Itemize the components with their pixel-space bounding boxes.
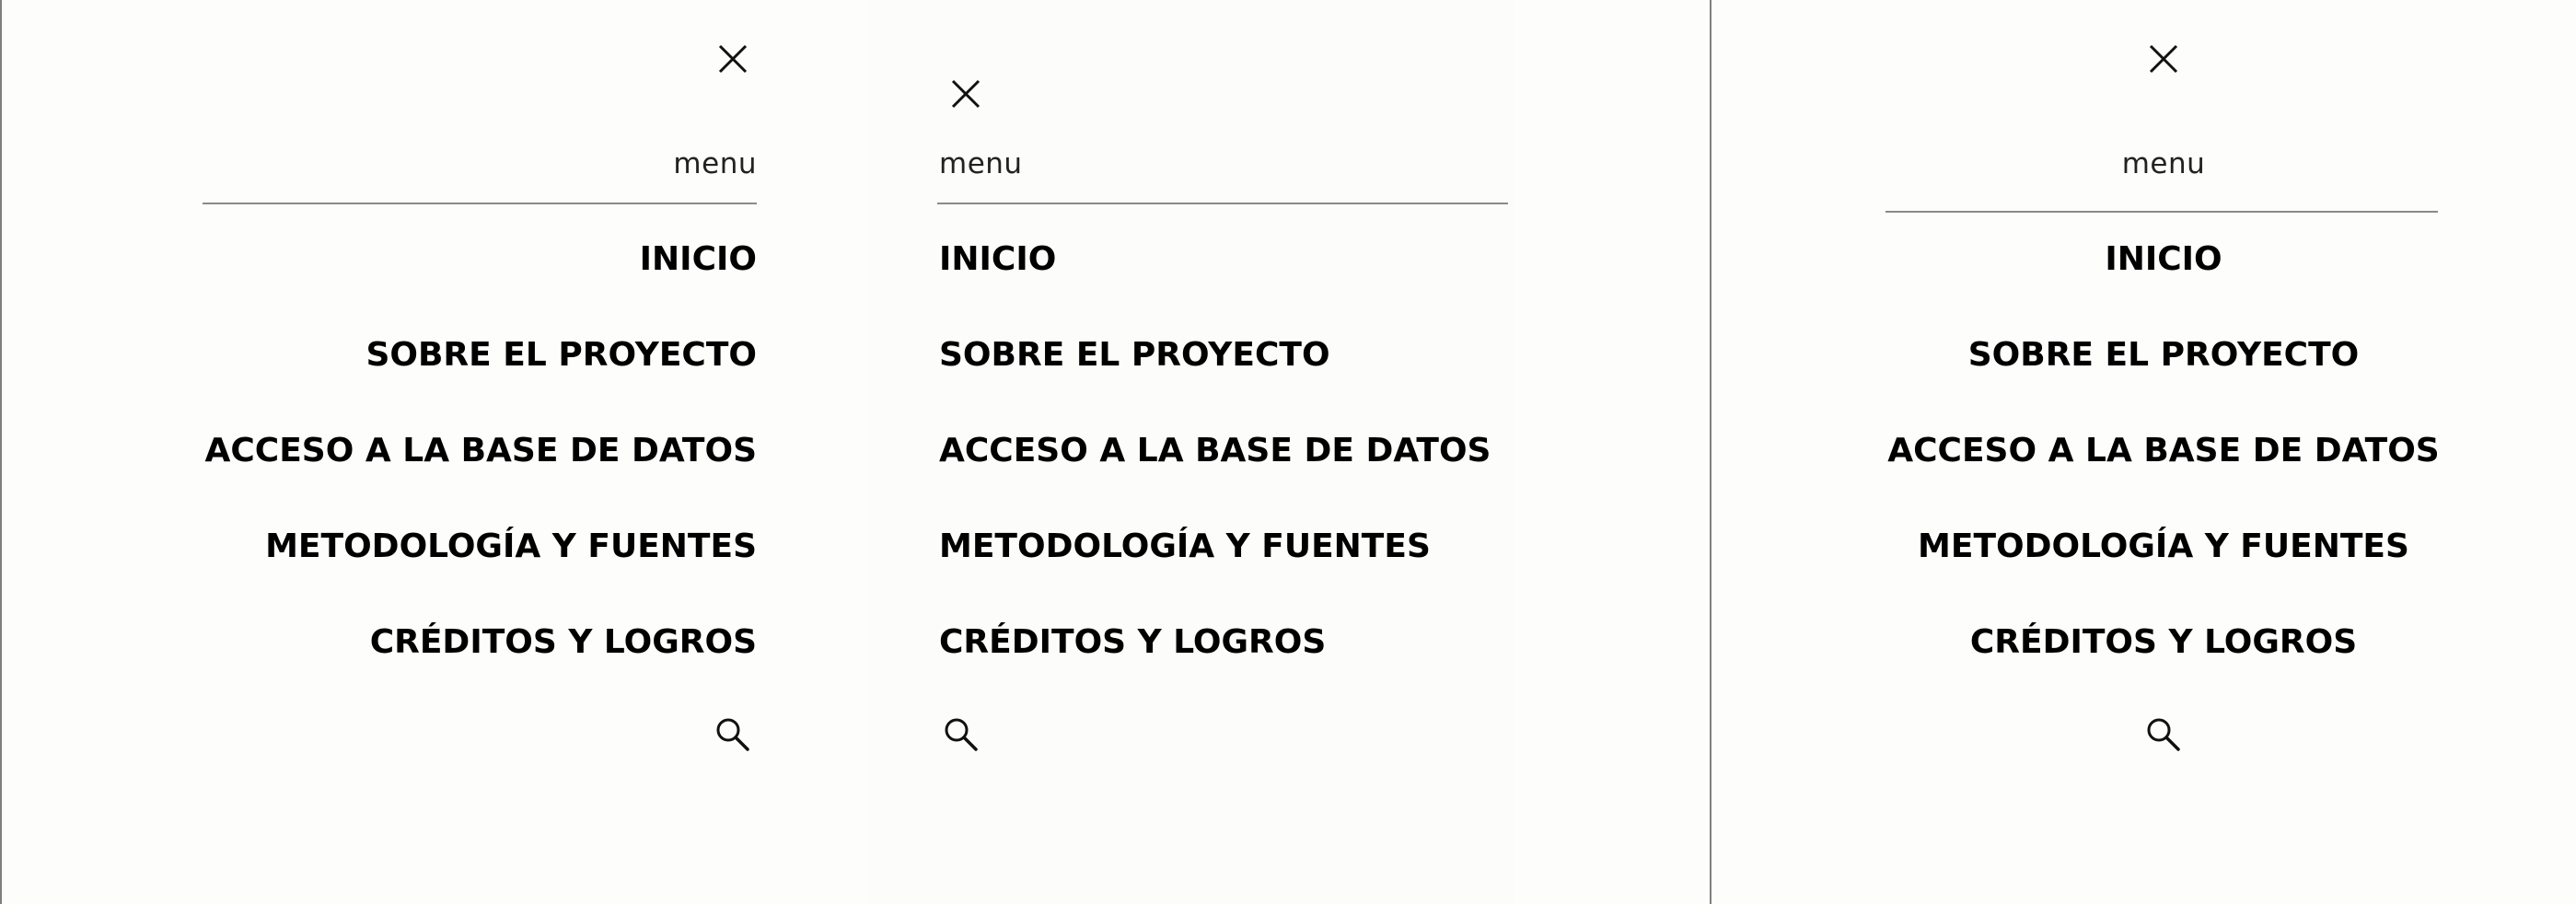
nav-link-metodologia-y-fuentes[interactable]: METODOLOGÍA Y FUENTES	[201, 523, 757, 571]
nav-link-metodologia-y-fuentes[interactable]: METODOLOGÍA Y FUENTES	[1886, 523, 2442, 571]
menu-heading: menu	[2121, 147, 2206, 180]
nav-item: METODOLOGÍA Y FUENTES	[201, 523, 757, 619]
menu-heading: menu	[939, 147, 1023, 180]
nav-list: INICIO SOBRE EL PROYECTO ACCESO A LA BAS…	[1886, 236, 2442, 714]
search-icon	[2147, 718, 2180, 751]
search-button[interactable]	[711, 713, 755, 757]
close-icon	[2149, 44, 2178, 74]
search-icon	[945, 718, 978, 751]
nav-item: CRÉDITOS Y LOGROS	[1886, 619, 2442, 714]
nav-link-acceso-base-de-datos[interactable]: ACCESO A LA BASE DE DATOS	[201, 427, 757, 475]
menu-divider	[203, 203, 757, 204]
close-icon	[718, 44, 748, 74]
nav-item: INICIO	[1886, 236, 2442, 331]
nav-link-sobre-el-proyecto[interactable]: SOBRE EL PROYECTO	[939, 331, 1510, 379]
nav-link-inicio[interactable]: INICIO	[939, 236, 1510, 284]
nav-link-creditos-y-logros[interactable]: CRÉDITOS Y LOGROS	[201, 619, 757, 666]
menu-divider	[1886, 211, 2438, 213]
nav-list: INICIO SOBRE EL PROYECTO ACCESO A LA BAS…	[201, 236, 757, 714]
nav-item: SOBRE EL PROYECTO	[1886, 331, 2442, 427]
nav-link-creditos-y-logros[interactable]: CRÉDITOS Y LOGROS	[1886, 619, 2442, 666]
search-button[interactable]	[939, 713, 983, 757]
nav-link-sobre-el-proyecto[interactable]: SOBRE EL PROYECTO	[1886, 331, 2442, 379]
menu-panel-left-aligned: menu INICIO SOBRE EL PROYECTO ACCESO A L…	[869, 0, 1514, 904]
menu-heading: menu	[673, 147, 757, 180]
nav-item: ACCESO A LA BASE DE DATOS	[201, 427, 757, 523]
search-button[interactable]	[2141, 713, 2186, 757]
nav-link-creditos-y-logros[interactable]: CRÉDITOS Y LOGROS	[939, 619, 1510, 666]
nav-item: CRÉDITOS Y LOGROS	[939, 619, 1510, 714]
nav-item: ACCESO A LA BASE DE DATOS	[1886, 427, 2442, 523]
nav-link-metodologia-y-fuentes[interactable]: METODOLOGÍA Y FUENTES	[939, 523, 1510, 571]
nav-link-inicio[interactable]: INICIO	[1886, 236, 2442, 284]
search-icon	[716, 718, 749, 751]
nav-item: INICIO	[201, 236, 757, 331]
menu-panel-centered: menu INICIO SOBRE EL PROYECTO ACCESO A L…	[1886, 0, 2442, 904]
close-menu-button[interactable]	[711, 37, 755, 81]
nav-link-acceso-base-de-datos[interactable]: ACCESO A LA BASE DE DATOS	[939, 427, 1510, 475]
nav-item: SOBRE EL PROYECTO	[939, 331, 1510, 427]
nav-list: INICIO SOBRE EL PROYECTO ACCESO A LA BAS…	[939, 236, 1510, 714]
close-menu-button[interactable]	[2141, 37, 2186, 81]
close-menu-button[interactable]	[944, 72, 988, 116]
nav-item: METODOLOGÍA Y FUENTES	[939, 523, 1510, 619]
close-icon	[951, 79, 981, 109]
nav-link-inicio[interactable]: INICIO	[201, 236, 757, 284]
nav-item: METODOLOGÍA Y FUENTES	[1886, 523, 2442, 619]
nav-item: CRÉDITOS Y LOGROS	[201, 619, 757, 714]
nav-item: SOBRE EL PROYECTO	[201, 331, 757, 427]
menu-panel-right-aligned: menu INICIO SOBRE EL PROYECTO ACCESO A L…	[201, 0, 757, 904]
nav-link-sobre-el-proyecto[interactable]: SOBRE EL PROYECTO	[201, 331, 757, 379]
nav-item: INICIO	[939, 236, 1510, 331]
nav-item: ACCESO A LA BASE DE DATOS	[939, 427, 1510, 523]
nav-link-acceso-base-de-datos[interactable]: ACCESO A LA BASE DE DATOS	[1886, 427, 2442, 475]
menu-divider	[937, 203, 1508, 204]
